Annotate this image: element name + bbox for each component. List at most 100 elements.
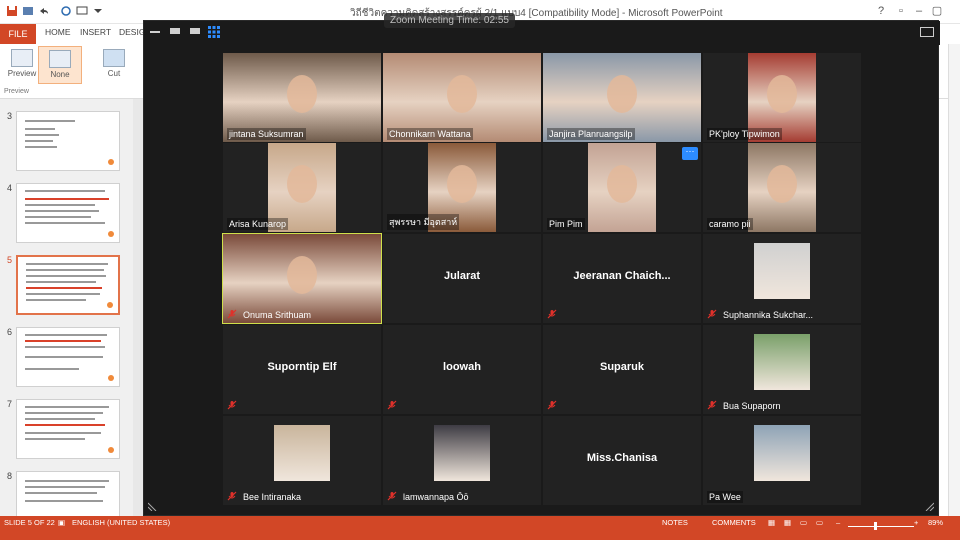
participant-profile-photo	[754, 243, 810, 299]
spellcheck-icon[interactable]: ▣	[58, 518, 65, 527]
more-options-icon[interactable]: ···	[682, 147, 698, 160]
muted-mic-icon	[227, 491, 237, 501]
resize-handle-icon[interactable]	[148, 501, 158, 511]
disk-icon[interactable]	[22, 5, 34, 17]
participant-tile[interactable]: Miss.Chanisa	[543, 416, 701, 505]
slide-preview[interactable]	[16, 471, 120, 516]
participant-display-name: loowah	[443, 361, 481, 373]
slide-preview[interactable]	[16, 399, 120, 459]
ribbon-group-label: Preview	[4, 88, 29, 95]
participant-tile[interactable]: Onuma Srithuam	[222, 233, 382, 324]
tab-insert[interactable]: INSERT	[80, 27, 111, 37]
speaker-view-icon[interactable]	[190, 28, 200, 34]
participant-tile[interactable]: lamwannapa Ōō	[383, 416, 541, 505]
muted-mic-icon	[707, 309, 717, 319]
participant-name-label: Bua Supaporn	[723, 401, 781, 411]
participant-tile[interactable]: Arisa Kunarop	[223, 143, 381, 232]
ribbon-options-icon[interactable]: ▫	[894, 4, 908, 18]
slide-number: 5	[7, 255, 13, 265]
transition-none-button[interactable]: None	[38, 46, 82, 84]
participant-display-name: Miss.Chanisa	[586, 452, 658, 464]
participant-profile-photo	[754, 425, 810, 481]
help-icon[interactable]: ?	[874, 4, 888, 18]
slide-preview[interactable]	[16, 255, 120, 315]
participant-face	[447, 75, 477, 113]
participant-name-label: Chonnikarn Wattana	[387, 128, 473, 140]
slideshow-icon[interactable]	[76, 5, 88, 17]
participant-face	[287, 256, 317, 294]
customize-icon[interactable]	[92, 5, 104, 17]
participant-tile[interactable]: Bee Intiranaka	[223, 416, 381, 505]
zoom-level[interactable]: 89%	[928, 518, 943, 527]
redo-icon[interactable]	[60, 5, 72, 17]
participant-name-label: Janjira Planruangsilp	[547, 128, 635, 140]
slide-number: 4	[7, 183, 13, 193]
minimize-icon[interactable]	[150, 31, 160, 33]
participant-name-label: Pim Pim	[547, 218, 585, 230]
participant-tile[interactable]: Jeeranan Chaich...	[543, 234, 701, 323]
participant-tile[interactable]: Bua Supaporn	[703, 325, 861, 414]
participant-face	[767, 165, 797, 203]
participant-video	[588, 143, 656, 232]
transition-none-icon	[49, 50, 71, 68]
participant-tile[interactable]: สุพรรษา มีอุตสาห์	[383, 143, 541, 232]
participant-tile[interactable]: Chonnikarn Wattana	[383, 53, 541, 142]
participant-tile[interactable]: caramo pii	[703, 143, 861, 232]
slide-preview[interactable]	[16, 111, 120, 171]
participant-tile[interactable]: Janjira Planruangsilp	[543, 53, 701, 142]
participant-profile-photo	[754, 334, 810, 390]
transition-cut-button[interactable]: Cut	[92, 46, 136, 84]
editor-scrollbar[interactable]	[948, 44, 960, 516]
resize-handle-icon[interactable]	[924, 501, 934, 511]
tab-home[interactable]: HOME	[45, 27, 71, 37]
slide-preview[interactable]	[16, 183, 120, 243]
restore-icon[interactable]	[170, 28, 180, 34]
slide-panel-scrollbar[interactable]	[133, 99, 143, 516]
participant-tile[interactable]: Suparuk	[543, 325, 701, 414]
normal-view-icon[interactable]: ▦	[768, 518, 775, 527]
participant-tile[interactable]: Pa Wee	[703, 416, 861, 505]
slideshow-view-icon[interactable]: ▭	[816, 518, 823, 527]
tab-file[interactable]: FILE	[0, 24, 36, 44]
slide-preview[interactable]	[16, 327, 120, 387]
participant-name-label: Pa Wee	[707, 491, 743, 503]
muted-mic-icon	[547, 309, 557, 319]
muted-mic-icon	[547, 400, 557, 410]
participant-face	[607, 75, 637, 113]
participant-tile[interactable]: loowah	[383, 325, 541, 414]
slide-number: 6	[7, 327, 13, 337]
language-status[interactable]: ENGLISH (UNITED STATES)	[72, 518, 170, 527]
notes-button[interactable]: NOTES	[662, 518, 688, 527]
participant-face	[607, 165, 637, 203]
participant-name-label: jintana Suksumran	[227, 128, 306, 140]
slide-thumbnail-panel: 3 4 5 6 7 8	[0, 99, 143, 516]
maximize-icon[interactable]: ▢	[930, 4, 944, 18]
transition-cut-label: Cut	[107, 69, 121, 78]
gallery-view-icon[interactable]	[208, 26, 220, 38]
undo-icon[interactable]	[38, 5, 50, 17]
muted-mic-icon	[387, 491, 397, 501]
muted-mic-icon	[387, 400, 397, 410]
participant-tile[interactable]: Pim Pim ···	[543, 143, 701, 232]
zoom-in-icon[interactable]: +	[914, 518, 918, 527]
participant-face	[767, 75, 797, 113]
slide-sorter-icon[interactable]: ▦	[784, 518, 791, 527]
save-icon[interactable]	[6, 5, 18, 17]
participant-name-label: lamwannapa Ōō	[403, 492, 469, 502]
participant-tile[interactable]: PK'ploy Tipwimon	[703, 53, 861, 142]
participant-face	[447, 165, 477, 203]
zoom-slider-thumb[interactable]	[874, 522, 877, 530]
zoom-slider[interactable]	[848, 526, 914, 527]
side-panel-icon[interactable]	[920, 27, 934, 37]
participant-display-name: Jeeranan Chaich...	[573, 270, 671, 282]
zoom-out-icon[interactable]: –	[836, 518, 840, 527]
comments-button[interactable]: COMMENTS	[712, 518, 756, 527]
minimize-icon[interactable]: –	[912, 4, 926, 18]
participant-tile[interactable]: Jularat	[383, 234, 541, 323]
participant-tile[interactable]: jintana Suksumran	[223, 53, 381, 142]
zoom-meeting-window: Zoom Meeting Time: 02:55 jintana Suksumr…	[143, 13, 940, 516]
participant-tile[interactable]: Suphannika Sukchar...	[703, 234, 861, 323]
participant-tile[interactable]: Suporntip Elf	[223, 325, 381, 414]
reading-view-icon[interactable]: ▭	[800, 518, 807, 527]
muted-mic-icon	[227, 400, 237, 410]
